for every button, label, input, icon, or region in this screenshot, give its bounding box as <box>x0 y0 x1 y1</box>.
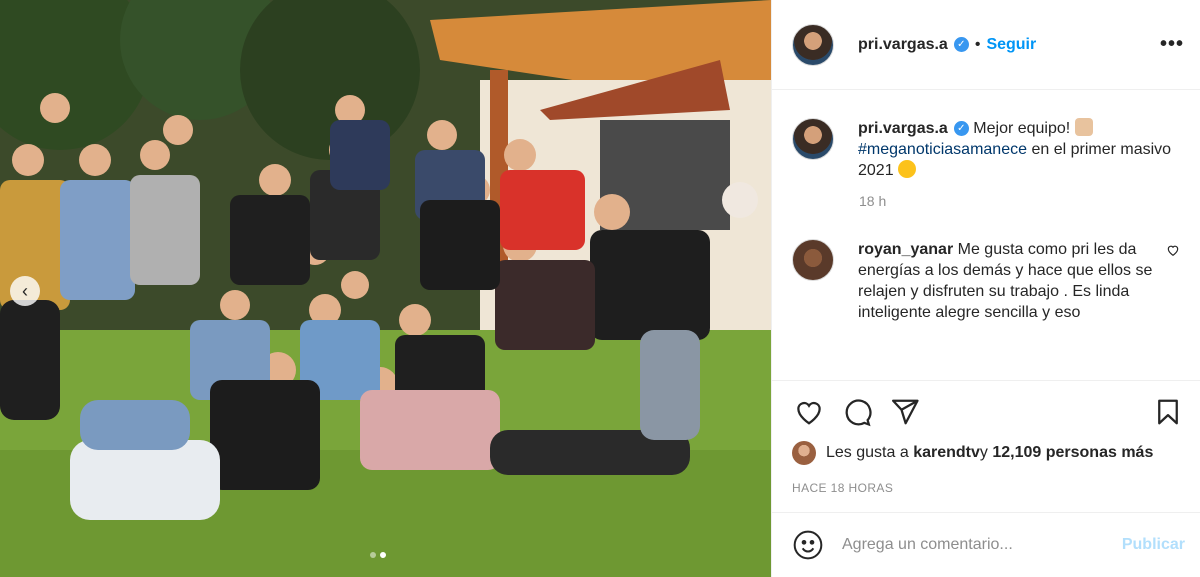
author-avatar[interactable] <box>792 23 834 66</box>
comment-input[interactable] <box>842 536 1122 554</box>
publish-button[interactable]: Publicar <box>1122 536 1185 554</box>
post-timestamp[interactable]: HACE 18 HORAS <box>792 481 1185 495</box>
post-header: pri.vargas.a ✓ • Seguir ••• <box>772 0 1200 90</box>
smiley-face-icon[interactable] <box>792 529 824 561</box>
header-separator: • <box>974 35 981 53</box>
comment-bubble-icon[interactable] <box>840 395 874 429</box>
chevron-left-icon: ‹ <box>22 280 28 301</box>
liker-avatar[interactable] <box>792 441 816 465</box>
caption-text: pri.vargas.a ✓ Mejor equipo! #meganoticia… <box>858 118 1180 181</box>
post-actions: Les gusta a karendtv y 12,109 personas m… <box>772 380 1200 495</box>
bookmark-icon[interactable] <box>1151 395 1185 429</box>
author-username[interactable]: pri.vargas.a <box>858 36 948 54</box>
follow-button[interactable]: Seguir <box>986 36 1036 54</box>
caption: pri.vargas.a ✓ Mejor equipo! #meganoticia… <box>792 118 1180 181</box>
more-options-icon[interactable]: ••• <box>1160 33 1184 56</box>
likes-count[interactable]: 12,109 personas más <box>992 444 1153 462</box>
post-photo[interactable]: ‹ <box>0 0 771 577</box>
carousel-prev-button[interactable]: ‹ <box>10 276 40 306</box>
caption-author-avatar[interactable] <box>792 118 834 160</box>
post-side-panel: pri.vargas.a ✓ • Seguir ••• pri.vargas.a… <box>771 0 1200 577</box>
praying-hands-emoji-icon <box>1074 118 1093 136</box>
comment-like-heart-icon[interactable] <box>1166 243 1180 260</box>
comment-item: royan_yanar Me gusta como pri les da ene… <box>792 239 1180 323</box>
liker-username[interactable]: karendtv <box>913 444 980 462</box>
comment-text: royan_yanar Me gusta como pri les da ene… <box>858 239 1154 323</box>
likes-middle: y <box>979 444 988 461</box>
group-photo-illustration <box>0 0 771 577</box>
comments-section: pri.vargas.a ✓ Mejor equipo! #meganoticia… <box>772 90 1200 380</box>
action-icons <box>792 395 1185 429</box>
star-struck-emoji-icon <box>898 160 917 178</box>
paper-plane-icon[interactable] <box>888 395 922 429</box>
verified-badge-icon: ✓ <box>953 37 969 52</box>
verified-badge-icon: ✓ <box>953 121 969 137</box>
caption-text-before: Mejor equipo! <box>973 120 1075 137</box>
commenter-avatar[interactable] <box>792 239 834 281</box>
carousel-indicator <box>370 552 386 558</box>
carousel-dot-active <box>380 552 386 558</box>
likes-prefix: Les gusta a <box>826 444 909 461</box>
caption-hashtag[interactable]: #meganoticiasamanece <box>858 141 1027 158</box>
commenter-username[interactable]: royan_yanar <box>858 241 953 258</box>
caption-username[interactable]: pri.vargas.a <box>858 120 948 137</box>
caption-time[interactable]: 18 h <box>859 193 1180 209</box>
add-comment-bar: Publicar <box>772 512 1200 577</box>
heart-icon[interactable] <box>792 395 826 429</box>
likes-summary: Les gusta a karendtv y 12,109 personas m… <box>792 441 1185 465</box>
carousel-dot <box>370 552 376 558</box>
